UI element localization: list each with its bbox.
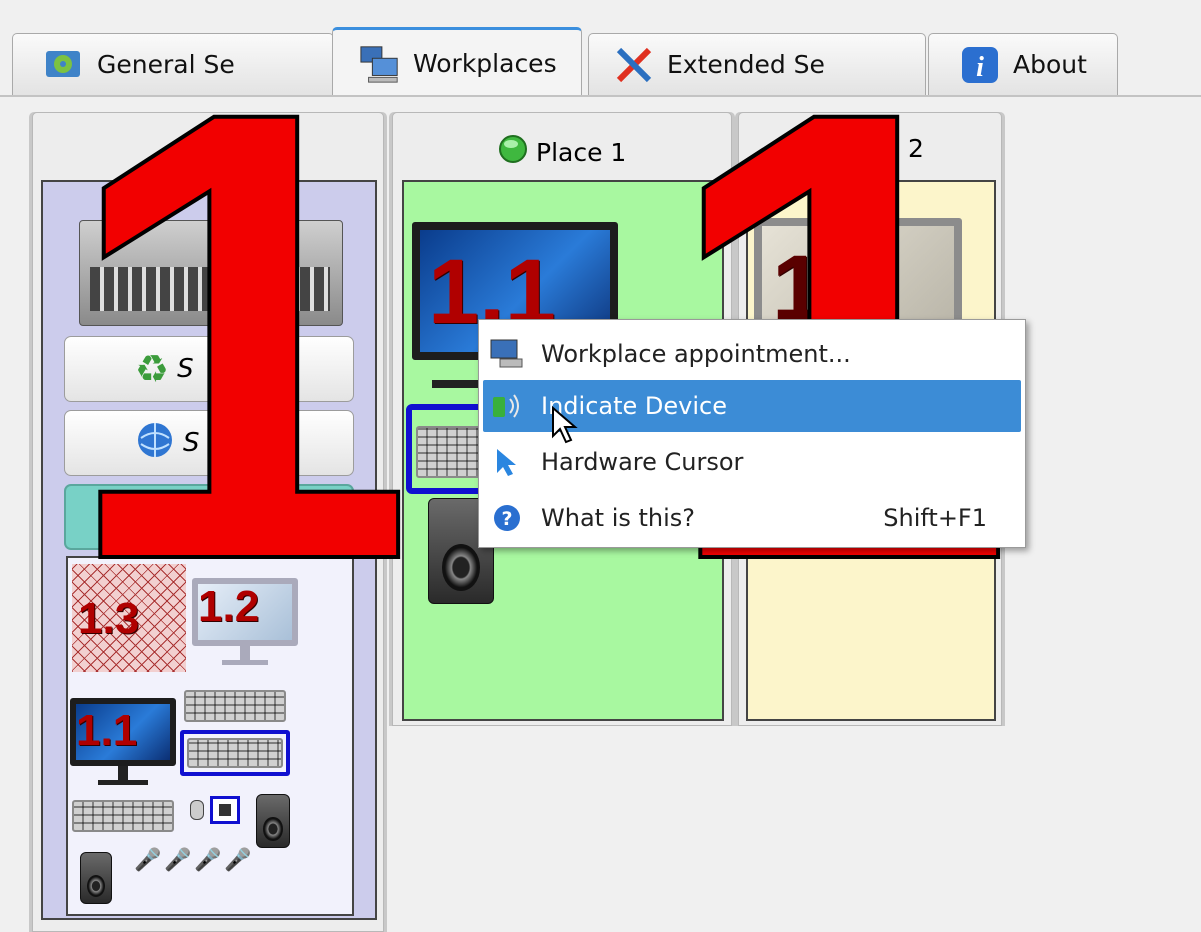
workplace-icon	[487, 339, 527, 369]
svg-text:?: ?	[501, 508, 512, 530]
tab-label: Workplaces	[413, 49, 557, 78]
cursor-icon	[487, 447, 527, 477]
microphone-icon[interactable]: 🎤	[224, 848, 251, 873]
monitor-label: 1.1	[76, 706, 138, 755]
speaker-indicate-icon	[487, 391, 527, 421]
mouse-selected[interactable]	[210, 796, 240, 824]
menu-item-label: Workplace appointment...	[541, 340, 851, 368]
online-status-icon	[498, 134, 528, 170]
menu-item-indicate-device[interactable]: Indicate Device	[483, 380, 1021, 444]
context-menu: Workplace appointment... Indicate Device…	[478, 319, 1026, 548]
keyboard-selected[interactable]	[406, 404, 486, 494]
help-icon: ?	[487, 503, 527, 533]
keyboard[interactable]	[72, 800, 174, 832]
menu-item-shortcut: Shift+F1	[883, 504, 987, 532]
menu-item-hardware-cursor[interactable]: Hardware Cursor	[483, 436, 1021, 488]
place-1-header: Place 1	[498, 134, 626, 170]
tools-icon	[613, 44, 655, 86]
tab-label: About	[1013, 50, 1087, 79]
microphone-icon[interactable]: 🎤	[194, 848, 221, 873]
speaker[interactable]	[80, 852, 112, 904]
microphone-icon[interactable]: 🎤	[134, 848, 161, 873]
menu-item-label: Hardware Cursor	[541, 448, 744, 476]
place-1-title: Place 1	[536, 137, 627, 167]
menu-item-workplace-appointment[interactable]: Workplace appointment...	[483, 328, 1021, 380]
microphone-icon[interactable]: 🎤	[164, 848, 191, 873]
keyboard[interactable]	[184, 690, 286, 722]
menu-item-label: What is this?	[541, 504, 696, 532]
menu-item-what-is-this[interactable]: ? What is this? Shift+F1	[483, 492, 1021, 544]
monitor-1-1[interactable]: 1.1	[70, 698, 176, 788]
mouse[interactable]	[190, 800, 204, 820]
overlay-digit-left: 1	[58, 0, 418, 693]
keyboard-selected[interactable]	[180, 730, 290, 776]
speaker[interactable]	[256, 794, 290, 848]
